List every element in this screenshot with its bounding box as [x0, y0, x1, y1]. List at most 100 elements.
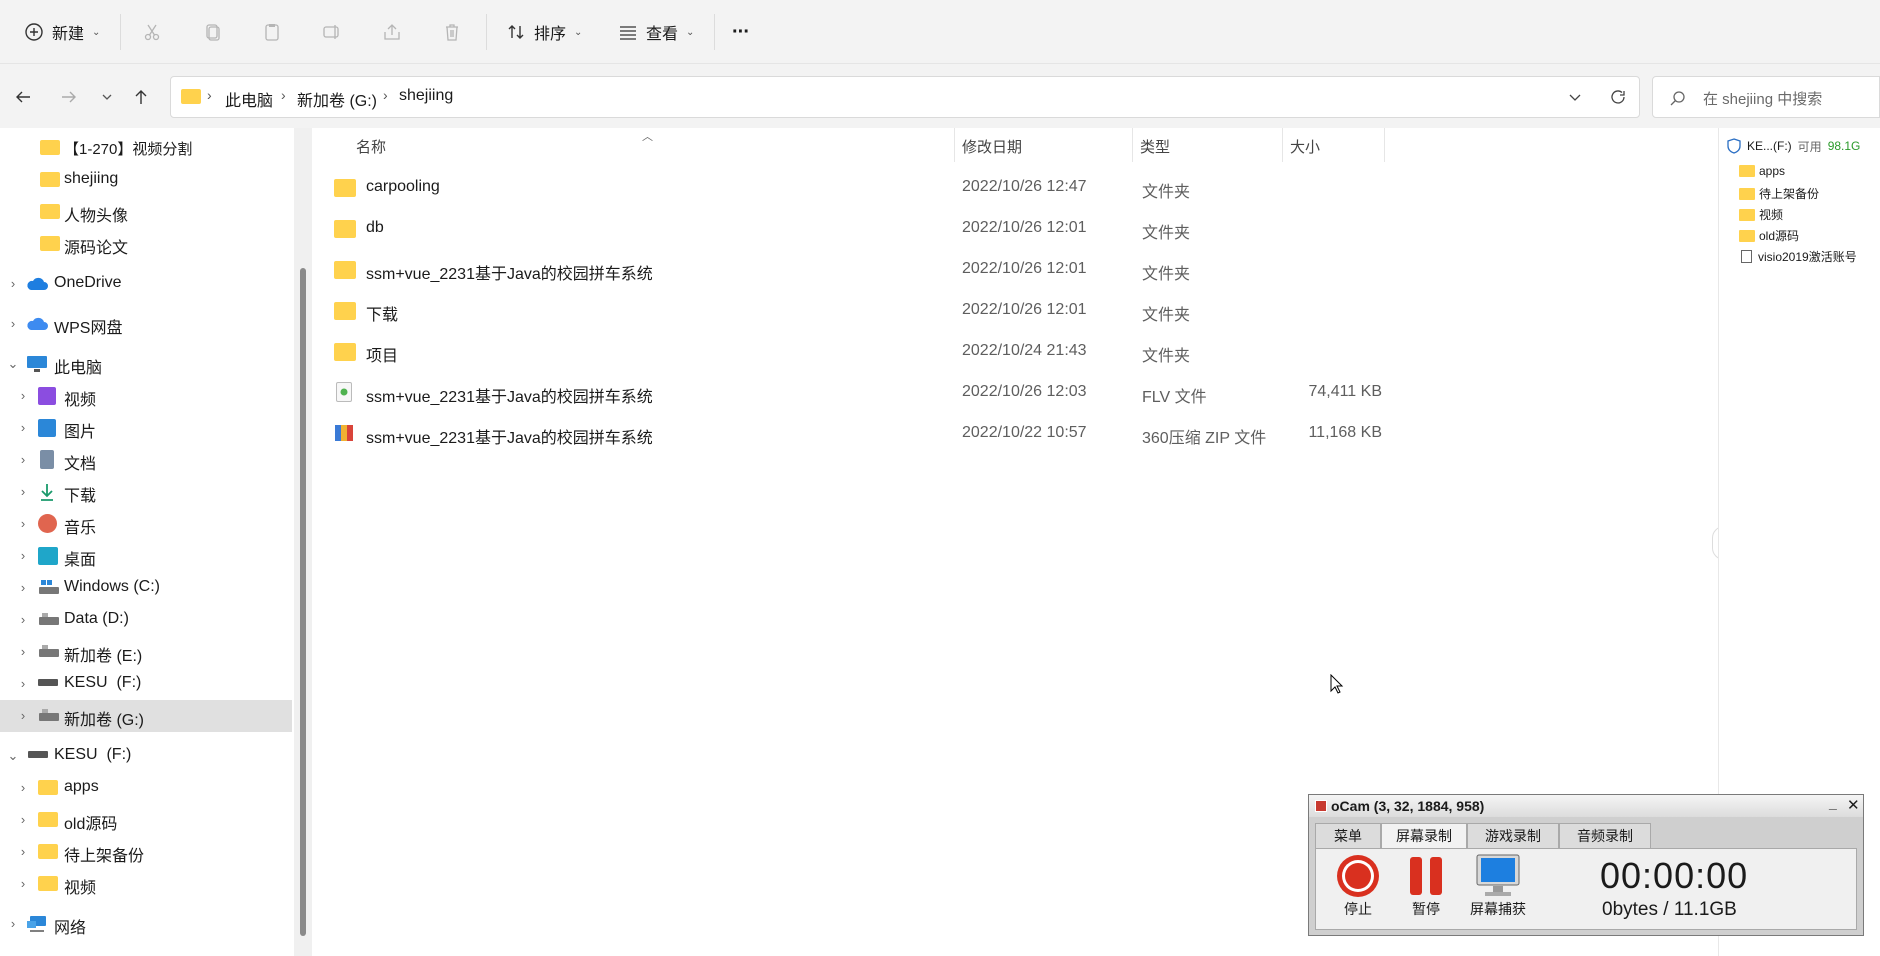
- chevron-right-icon[interactable]: ›: [6, 316, 20, 331]
- sidebar-item-videos[interactable]: › 视频: [0, 380, 292, 412]
- chevron-right-icon[interactable]: ›: [16, 484, 30, 499]
- forward-arrow-icon[interactable]: [58, 86, 80, 108]
- new-button[interactable]: 新建 ⌄: [22, 14, 100, 50]
- chevron-right-icon[interactable]: ›: [16, 612, 30, 627]
- cut-button[interactable]: [140, 14, 164, 50]
- sidebar-item-desktop[interactable]: › 桌面: [0, 540, 292, 572]
- hard-drive-icon: [38, 644, 59, 662]
- file-row[interactable]: db 2022/10/26 12:01 文件夹: [334, 211, 1714, 247]
- sidebar-item-drive-f[interactable]: › KESU (F:): [0, 668, 292, 700]
- chevron-right-icon[interactable]: ›: [6, 276, 20, 291]
- preview-item[interactable]: visio2019激活账号: [1739, 248, 1857, 265]
- chevron-right-icon[interactable]: ›: [16, 644, 30, 659]
- chevron-right-icon[interactable]: ›: [16, 812, 30, 827]
- chevron-right-icon[interactable]: ›: [16, 780, 30, 795]
- sidebar-scrollbar-thumb[interactable]: [300, 268, 306, 936]
- file-row[interactable]: ssm+vue_2231基于Java的校园拼车系统 2022/10/22 10:…: [334, 416, 1714, 452]
- paste-button[interactable]: [260, 14, 284, 50]
- sidebar-item-onedrive[interactable]: › OneDrive: [0, 268, 292, 300]
- folder-icon: [334, 179, 356, 197]
- ocam-tab-menu[interactable]: 菜单: [1315, 823, 1381, 849]
- up-arrow-icon[interactable]: [130, 86, 152, 108]
- chevron-right-icon[interactable]: ›: [16, 548, 30, 563]
- chevron-down-icon[interactable]: ⌄: [6, 748, 20, 764]
- chevron-right-icon[interactable]: ›: [16, 388, 30, 403]
- chevron-right-icon[interactable]: ›: [16, 452, 30, 467]
- minimize-icon[interactable]: _: [1829, 795, 1837, 811]
- sidebar-item-drive-e[interactable]: › 新加卷 (E:): [0, 636, 292, 668]
- preview-item[interactable]: apps: [1739, 164, 1785, 178]
- column-divider[interactable]: [1282, 128, 1283, 162]
- file-row[interactable]: 下载 2022/10/26 12:01 文件夹: [334, 293, 1714, 329]
- sidebar-item-apps[interactable]: › apps: [0, 772, 292, 804]
- delete-button[interactable]: [440, 14, 464, 50]
- screen-capture-button[interactable]: 屏幕捕获: [1462, 853, 1534, 927]
- chevron-right-icon[interactable]: ›: [16, 708, 30, 723]
- sidebar-item-video-folder[interactable]: › 视频: [0, 868, 292, 900]
- file-row[interactable]: ssm+vue_2231基于Java的校园拼车系统 2022/10/26 12:…: [334, 252, 1714, 288]
- sidebar-item-drive-g[interactable]: › 新加卷 (G:): [0, 700, 292, 732]
- share-button[interactable]: [380, 14, 404, 50]
- search-input[interactable]: 在 shejiing 中搜索: [1652, 76, 1880, 118]
- column-divider[interactable]: [954, 128, 955, 162]
- sidebar-item-drive-c[interactable]: › Windows (C:): [0, 572, 292, 604]
- column-header-type[interactable]: 类型: [1140, 136, 1170, 157]
- close-icon[interactable]: ✕: [1847, 796, 1860, 814]
- pause-button[interactable]: 暂停: [1396, 853, 1456, 927]
- rename-button[interactable]: [320, 14, 344, 50]
- address-bar[interactable]: › 此电脑 › 新加卷 (G:) › shejiing: [170, 76, 1640, 118]
- chevron-right-icon[interactable]: ›: [16, 420, 30, 435]
- sidebar-item-downloads[interactable]: › 下载: [0, 476, 292, 508]
- ocam-title-bar[interactable]: oCam (3, 32, 1884, 958) _ ✕: [1309, 795, 1863, 817]
- chevron-down-icon[interactable]: ⌄: [6, 356, 20, 372]
- copy-button[interactable]: [200, 14, 224, 50]
- ocam-tab-game-record[interactable]: 游戏录制: [1467, 823, 1559, 849]
- sidebar-item-this-pc[interactable]: ⌄ 此电脑: [0, 348, 292, 380]
- breadcrumb-shejiing[interactable]: shejiing: [399, 87, 453, 105]
- column-divider[interactable]: [1384, 128, 1385, 162]
- sidebar-item-pending-backup[interactable]: › 待上架备份: [0, 836, 292, 868]
- preview-item[interactable]: old源码: [1739, 227, 1799, 244]
- chevron-right-icon[interactable]: ›: [16, 516, 30, 531]
- column-header-size[interactable]: 大小: [1290, 136, 1320, 157]
- file-row[interactable]: ssm+vue_2231基于Java的校园拼车系统 2022/10/26 12:…: [334, 375, 1714, 411]
- sidebar-item-old-source[interactable]: › old源码: [0, 804, 292, 836]
- column-header-name[interactable]: 名称: [356, 136, 386, 157]
- sidebar-item-avatars[interactable]: 人物头像: [0, 196, 292, 228]
- chevron-right-icon[interactable]: ›: [6, 916, 20, 931]
- chevron-right-icon[interactable]: ›: [16, 580, 30, 595]
- column-divider[interactable]: [1132, 128, 1133, 162]
- chevron-right-icon[interactable]: ›: [16, 876, 30, 891]
- sidebar-item-video-split[interactable]: 【1-270】视频分割: [0, 132, 292, 164]
- sidebar-item-source-papers[interactable]: 源码论文: [0, 228, 292, 260]
- preview-drive-header: KE...(F:) 可用 98.1G: [1727, 136, 1877, 156]
- sort-button[interactable]: 排序 ⌄: [504, 14, 582, 50]
- sidebar-item-wps-cloud[interactable]: › WPS网盘: [0, 308, 292, 340]
- ocam-tab-screen-record[interactable]: 屏幕录制: [1381, 823, 1467, 849]
- file-row[interactable]: carpooling 2022/10/26 12:47 文件夹: [334, 170, 1714, 206]
- breadcrumb-drive-g[interactable]: 新加卷 (G:): [297, 87, 377, 111]
- sidebar-item-documents[interactable]: › 文档: [0, 444, 292, 476]
- stop-button[interactable]: 停止: [1328, 853, 1388, 927]
- view-button[interactable]: 查看 ⌄: [616, 14, 694, 50]
- address-history-chevron-icon[interactable]: [1567, 89, 1583, 110]
- preview-item[interactable]: 待上架备份: [1739, 185, 1819, 202]
- sidebar-item-network[interactable]: › 网络: [0, 908, 292, 940]
- sidebar-item-shejiing[interactable]: shejiing: [0, 164, 292, 196]
- breadcrumb-this-pc[interactable]: 此电脑: [225, 87, 273, 111]
- back-arrow-icon[interactable]: [12, 86, 34, 108]
- chevron-right-icon[interactable]: ›: [16, 676, 30, 691]
- sidebar-item-music[interactable]: › 音乐: [0, 508, 292, 540]
- chevron-right-icon[interactable]: ›: [16, 844, 30, 859]
- ocam-tab-audio-record[interactable]: 音频录制: [1559, 823, 1651, 849]
- column-header-date[interactable]: 修改日期: [962, 136, 1022, 157]
- breadcrumb-separator-icon: ›: [207, 87, 212, 103]
- sidebar-item-drive-d[interactable]: › Data (D:): [0, 604, 292, 636]
- sidebar-item-kesu-drive[interactable]: ⌄ KESU (F:): [0, 740, 292, 772]
- sidebar-item-pictures[interactable]: › 图片: [0, 412, 292, 444]
- more-options-button[interactable]: ···: [732, 14, 750, 50]
- refresh-icon[interactable]: [1609, 88, 1627, 111]
- recent-locations-chevron-icon[interactable]: [96, 86, 118, 108]
- preview-item[interactable]: 视频: [1739, 206, 1783, 223]
- file-row[interactable]: 项目 2022/10/24 21:43 文件夹: [334, 334, 1714, 370]
